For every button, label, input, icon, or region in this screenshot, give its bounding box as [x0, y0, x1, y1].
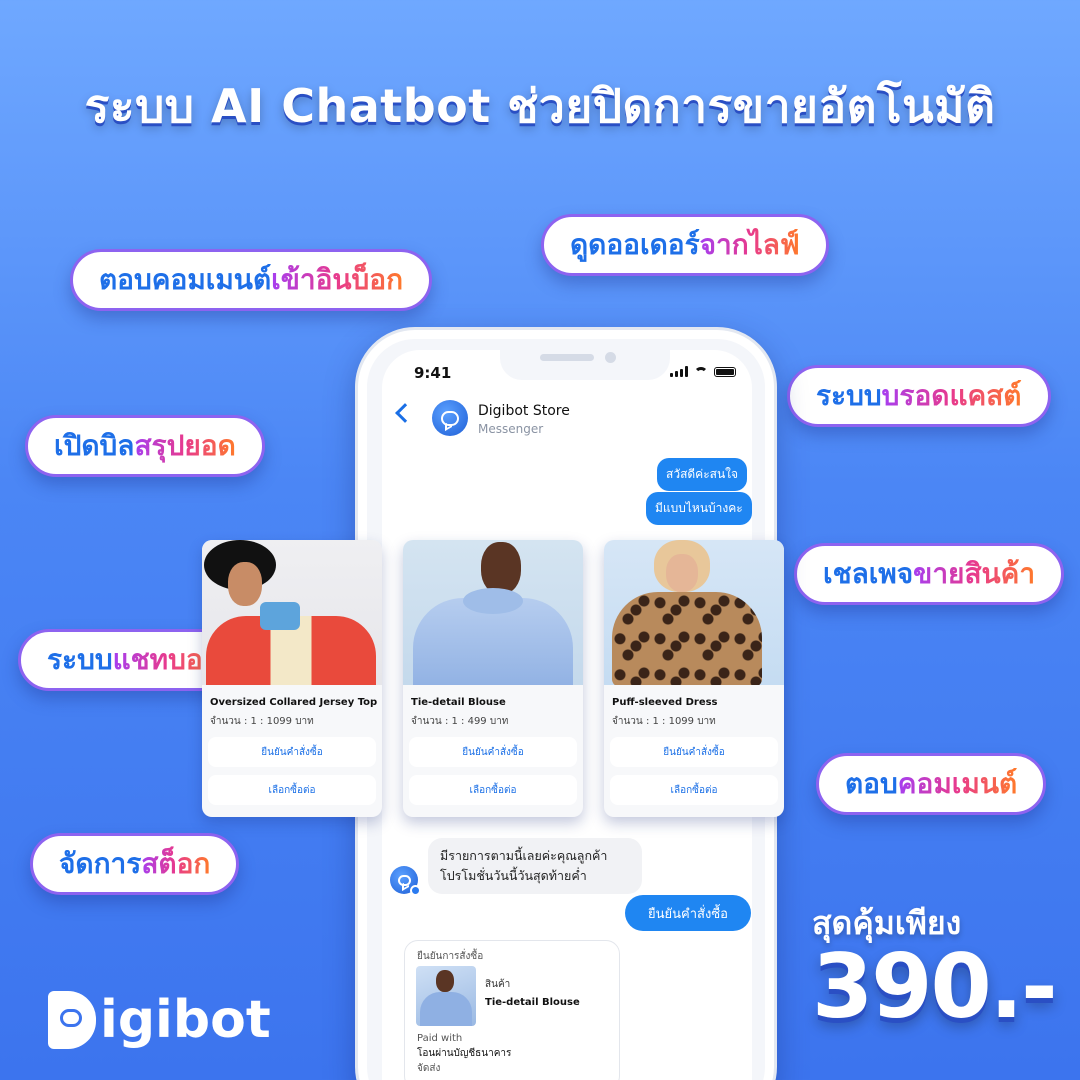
store-subtitle: Messenger [478, 422, 544, 436]
confirm-order-button[interactable]: ยืนยันคำสั่งซื้อ [208, 737, 376, 767]
pill-broadcast: ระบบ บรอดแคสต์ [787, 365, 1051, 427]
message-line: มีรายการตามนี้เลยค่ะคุณลูกค้า [440, 848, 608, 863]
receipt-item-name: Tie-detail Blouse [485, 997, 580, 1008]
confirm-order-button[interactable]: ยืนยันคำสั่งซื้อ [625, 895, 751, 931]
pill-reply-comment: ตอบ คอมเมนต์ [816, 753, 1047, 815]
phone-speaker [540, 354, 594, 361]
pill-text-a: ตอบ [845, 767, 898, 800]
product-qty: จำนวน : 1 : 499 บาท [411, 716, 509, 727]
logo-d-icon [48, 991, 96, 1049]
pill-sales-page: เชลเพจ ขายสินค้า [794, 543, 1065, 605]
logo-text: igibot [100, 990, 271, 1050]
phone-notch [500, 346, 670, 380]
phone-camera [605, 352, 616, 363]
battery-icon [714, 366, 736, 377]
pill-text-b: จากไลฟ์ [700, 223, 800, 267]
receipt-header: ยืนยันการสั่งซื้อ [417, 951, 484, 962]
store-avatar[interactable] [432, 400, 468, 436]
status-time: 9:41 [414, 364, 452, 382]
pill-bill: เปิดบิล สรุปยอด [25, 415, 265, 477]
pill-text-b: สต็อก [141, 842, 210, 886]
continue-shopping-button[interactable]: เลือกซื้อต่อ [208, 775, 376, 805]
pill-text-a: เปิดบิล [54, 429, 135, 462]
message-out: สวัสดีค่ะสนใจ [657, 458, 748, 491]
product-card: Oversized Collared Jersey Top จำนวน : 1 … [202, 540, 382, 817]
chat-bubble-icon [397, 874, 411, 886]
pill-text-b: บรอดแคสต์ [882, 374, 1022, 418]
pill-text-a: ระบบ [47, 643, 113, 676]
product-photo [202, 540, 382, 685]
product-qty: จำนวน : 1 : 1099 บาท [210, 716, 314, 727]
bot-avatar [390, 866, 421, 896]
continue-shopping-button[interactable]: เลือกซื้อต่อ [610, 775, 778, 805]
confirm-order-button[interactable]: ยืนยันคำสั่งซื้อ [610, 737, 778, 767]
message-out: มีแบบไหนบ้างคะ [646, 492, 752, 525]
pill-text-a: เชลเพจ [823, 557, 914, 590]
pill-text-b: เข้าอินบ็อก [271, 258, 403, 302]
pill-text-a: ตอบคอมเมนต์ [99, 263, 272, 296]
pill-text-a: ดูดออเดอร์ [570, 228, 700, 261]
product-name: Oversized Collared Jersey Top [210, 697, 378, 708]
product-card: Puff-sleeved Dress จำนวน : 1 : 1099 บาท … [604, 540, 784, 817]
pill-text-b: คอมเมนต์ [898, 762, 1017, 806]
product-card: Tie-detail Blouse จำนวน : 1 : 499 บาท ยื… [403, 540, 583, 817]
signal-icon [670, 366, 688, 377]
pill-text-b: สรุปยอด [134, 424, 235, 468]
digibot-logo: igibot [48, 990, 271, 1050]
receipt-product-image [416, 966, 476, 1026]
pill-text-b: ขายสินค้า [913, 552, 1035, 596]
pill-comment-inbox: ตอบคอมเมนต์ เข้าอินบ็อก [70, 249, 433, 311]
wifi-icon [694, 366, 708, 377]
pill-text-a: จัดการ [59, 847, 142, 880]
receipt-item-label: สินค้า [485, 979, 511, 990]
pill-live-orders: ดูดออเดอร์ จากไลฟ์ [541, 214, 829, 276]
status-icons [670, 366, 736, 377]
pill-stock: จัดการ สต็อก [30, 833, 240, 895]
pill-text-a: ระบบ [816, 379, 882, 412]
product-photo [403, 540, 583, 685]
product-qty: จำนวน : 1 : 1099 บาท [612, 716, 716, 727]
product-photo [604, 540, 784, 685]
message-line: โปรโมชั่นวันนี้วันสุดท้ายค่ำ [440, 868, 587, 883]
headline: ระบบ AI Chatbot ช่วยปิดการขายอัตโนมัติ [84, 79, 996, 133]
receipt-shipping: จัดส่ง [417, 1063, 441, 1074]
message-in: มีรายการตามนี้เลยค่ะคุณลูกค้า โปรโมชั่นว… [428, 838, 642, 894]
receipt-paid-with: Paid with [417, 1033, 463, 1044]
confirm-order-button[interactable]: ยืนยันคำสั่งซื้อ [409, 737, 577, 767]
messenger-badge-icon [410, 885, 421, 896]
chat-bubble-icon [441, 410, 459, 426]
product-name: Tie-detail Blouse [411, 697, 506, 708]
store-name: Digibot Store [478, 403, 570, 419]
product-name: Puff-sleeved Dress [612, 697, 718, 708]
receipt-payment: โอนผ่านบัญชีธนาคาร [417, 1048, 512, 1059]
price: 390.- [812, 935, 1058, 1038]
continue-shopping-button[interactable]: เลือกซื้อต่อ [409, 775, 577, 805]
order-receipt: ยืนยันการสั่งซื้อ สินค้า Tie-detail Blou… [404, 940, 620, 1080]
